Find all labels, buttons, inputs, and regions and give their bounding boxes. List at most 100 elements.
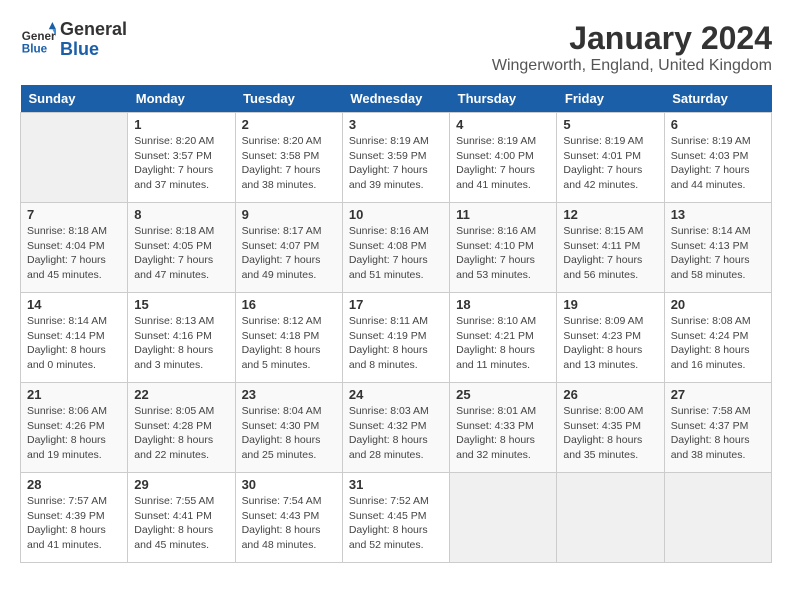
calendar-cell: 6 Sunrise: 8:19 AMSunset: 4:03 PMDaylight…	[664, 113, 771, 203]
day-info: Sunrise: 7:58 AMSunset: 4:37 PMDaylight:…	[671, 404, 765, 463]
calendar-cell: 20 Sunrise: 8:08 AMSunset: 4:24 PMDayligh…	[664, 293, 771, 383]
calendar-cell: 11 Sunrise: 8:16 AMSunset: 4:10 PMDayligh…	[450, 203, 557, 293]
day-number: 5	[563, 117, 657, 132]
day-info: Sunrise: 8:10 AMSunset: 4:21 PMDaylight:…	[456, 314, 550, 373]
day-number: 20	[671, 297, 765, 312]
month-title: January 2024	[492, 20, 772, 57]
day-info: Sunrise: 8:00 AMSunset: 4:35 PMDaylight:…	[563, 404, 657, 463]
calendar-cell: 22 Sunrise: 8:05 AMSunset: 4:28 PMDayligh…	[128, 383, 235, 473]
logo-text-general: General	[60, 20, 127, 40]
day-number: 8	[134, 207, 228, 222]
calendar-week-row: 14Sunrise: 8:14 AMSunset: 4:14 PMDayligh…	[21, 293, 772, 383]
title-section: January 2024 Wingerworth, England, Unite…	[492, 20, 772, 75]
col-saturday: Saturday	[664, 85, 771, 113]
calendar-cell: 4Sunrise: 8:19 AMSunset: 4:00 PMDaylight…	[450, 113, 557, 203]
day-number: 29	[134, 477, 228, 492]
calendar-cell: 2 Sunrise: 8:20 AMSunset: 3:58 PMDaylight…	[235, 113, 342, 203]
calendar-cell: 27 Sunrise: 7:58 AMSunset: 4:37 PMDayligh…	[664, 383, 771, 473]
col-monday: Monday	[128, 85, 235, 113]
day-number: 17	[349, 297, 443, 312]
calendar-cell: 1Sunrise: 8:20 AMSunset: 3:57 PMDaylight…	[128, 113, 235, 203]
calendar-cell	[450, 473, 557, 563]
day-number: 2	[242, 117, 336, 132]
svg-text:Blue: Blue	[22, 42, 48, 55]
calendar-week-row: 28Sunrise: 7:57 AMSunset: 4:39 PMDayligh…	[21, 473, 772, 563]
day-number: 27	[671, 387, 765, 402]
day-info: Sunrise: 8:17 AMSunset: 4:07 PMDaylight:…	[242, 224, 336, 283]
day-info: Sunrise: 8:03 AMSunset: 4:32 PMDaylight:…	[349, 404, 443, 463]
calendar-cell: 29 Sunrise: 7:55 AMSunset: 4:41 PMDayligh…	[128, 473, 235, 563]
day-number: 6	[671, 117, 765, 132]
day-number: 22	[134, 387, 228, 402]
day-number: 21	[27, 387, 121, 402]
svg-text:General: General	[22, 30, 56, 43]
calendar-cell: 25 Sunrise: 8:01 AMSunset: 4:33 PMDayligh…	[450, 383, 557, 473]
calendar-cell: 16Sunrise: 8:12 AMSunset: 4:18 PMDayligh…	[235, 293, 342, 383]
day-number: 13	[671, 207, 765, 222]
calendar-cell: 10 Sunrise: 8:16 AMSunset: 4:08 PMDayligh…	[342, 203, 449, 293]
calendar-cell: 17 Sunrise: 8:11 AMSunset: 4:19 PMDayligh…	[342, 293, 449, 383]
col-wednesday: Wednesday	[342, 85, 449, 113]
col-tuesday: Tuesday	[235, 85, 342, 113]
day-number: 10	[349, 207, 443, 222]
day-number: 26	[563, 387, 657, 402]
day-info: Sunrise: 8:05 AMSunset: 4:28 PMDaylight:…	[134, 404, 228, 463]
calendar-cell: 30Sunrise: 7:54 AMSunset: 4:43 PMDayligh…	[235, 473, 342, 563]
day-number: 24	[349, 387, 443, 402]
calendar-cell: 18 Sunrise: 8:10 AMSunset: 4:21 PMDayligh…	[450, 293, 557, 383]
calendar-cell: 24 Sunrise: 8:03 AMSunset: 4:32 PMDayligh…	[342, 383, 449, 473]
calendar-cell: 9 Sunrise: 8:17 AMSunset: 4:07 PMDaylight…	[235, 203, 342, 293]
day-number: 9	[242, 207, 336, 222]
day-number: 16	[242, 297, 336, 312]
day-info: Sunrise: 7:52 AMSunset: 4:45 PMDaylight:…	[349, 494, 443, 553]
day-info: Sunrise: 8:14 AMSunset: 4:14 PMDaylight:…	[27, 314, 121, 373]
day-info: Sunrise: 8:19 AMSunset: 4:00 PMDaylight:…	[456, 134, 550, 193]
logo: General Blue General Blue	[20, 20, 127, 60]
day-info: Sunrise: 8:16 AMSunset: 4:08 PMDaylight:…	[349, 224, 443, 283]
logo-icon: General Blue	[20, 22, 56, 58]
calendar-cell: 19 Sunrise: 8:09 AMSunset: 4:23 PMDayligh…	[557, 293, 664, 383]
day-info: Sunrise: 8:20 AMSunset: 3:57 PMDaylight:…	[134, 134, 228, 193]
calendar-week-row: 7Sunrise: 8:18 AMSunset: 4:04 PMDaylight…	[21, 203, 772, 293]
day-info: Sunrise: 8:19 AMSunset: 3:59 PMDaylight:…	[349, 134, 443, 193]
day-number: 18	[456, 297, 550, 312]
calendar-week-row: 1Sunrise: 8:20 AMSunset: 3:57 PMDaylight…	[21, 113, 772, 203]
calendar-cell: 7Sunrise: 8:18 AMSunset: 4:04 PMDaylight…	[21, 203, 128, 293]
day-info: Sunrise: 8:20 AMSunset: 3:58 PMDaylight:…	[242, 134, 336, 193]
day-info: Sunrise: 8:16 AMSunset: 4:10 PMDaylight:…	[456, 224, 550, 283]
day-info: Sunrise: 8:13 AMSunset: 4:16 PMDaylight:…	[134, 314, 228, 373]
calendar-cell: 8Sunrise: 8:18 AMSunset: 4:05 PMDaylight…	[128, 203, 235, 293]
day-info: Sunrise: 8:11 AMSunset: 4:19 PMDaylight:…	[349, 314, 443, 373]
day-info: Sunrise: 7:55 AMSunset: 4:41 PMDaylight:…	[134, 494, 228, 553]
day-info: Sunrise: 8:19 AMSunset: 4:01 PMDaylight:…	[563, 134, 657, 193]
col-friday: Friday	[557, 85, 664, 113]
calendar-cell: 13Sunrise: 8:14 AMSunset: 4:13 PMDayligh…	[664, 203, 771, 293]
day-number: 15	[134, 297, 228, 312]
calendar-cell: 23Sunrise: 8:04 AMSunset: 4:30 PMDayligh…	[235, 383, 342, 473]
day-info: Sunrise: 8:01 AMSunset: 4:33 PMDaylight:…	[456, 404, 550, 463]
day-info: Sunrise: 8:19 AMSunset: 4:03 PMDaylight:…	[671, 134, 765, 193]
day-info: Sunrise: 7:57 AMSunset: 4:39 PMDaylight:…	[27, 494, 121, 553]
day-number: 25	[456, 387, 550, 402]
day-number: 12	[563, 207, 657, 222]
calendar-cell: 15 Sunrise: 8:13 AMSunset: 4:16 PMDayligh…	[128, 293, 235, 383]
calendar-cell	[664, 473, 771, 563]
day-info: Sunrise: 8:09 AMSunset: 4:23 PMDaylight:…	[563, 314, 657, 373]
day-number: 31	[349, 477, 443, 492]
day-number: 30	[242, 477, 336, 492]
calendar-table: Sunday Monday Tuesday Wednesday Thursday…	[20, 85, 772, 563]
location: Wingerworth, England, United Kingdom	[492, 57, 772, 75]
day-number: 3	[349, 117, 443, 132]
day-info: Sunrise: 8:08 AMSunset: 4:24 PMDaylight:…	[671, 314, 765, 373]
calendar-cell: 5 Sunrise: 8:19 AMSunset: 4:01 PMDaylight…	[557, 113, 664, 203]
calendar-cell: 31 Sunrise: 7:52 AMSunset: 4:45 PMDayligh…	[342, 473, 449, 563]
day-info: Sunrise: 8:06 AMSunset: 4:26 PMDaylight:…	[27, 404, 121, 463]
day-info: Sunrise: 8:15 AMSunset: 4:11 PMDaylight:…	[563, 224, 657, 283]
calendar-cell	[21, 113, 128, 203]
day-number: 19	[563, 297, 657, 312]
day-info: Sunrise: 8:04 AMSunset: 4:30 PMDaylight:…	[242, 404, 336, 463]
day-number: 11	[456, 207, 550, 222]
calendar-cell: 3 Sunrise: 8:19 AMSunset: 3:59 PMDaylight…	[342, 113, 449, 203]
col-thursday: Thursday	[450, 85, 557, 113]
day-info: Sunrise: 8:18 AMSunset: 4:04 PMDaylight:…	[27, 224, 121, 283]
